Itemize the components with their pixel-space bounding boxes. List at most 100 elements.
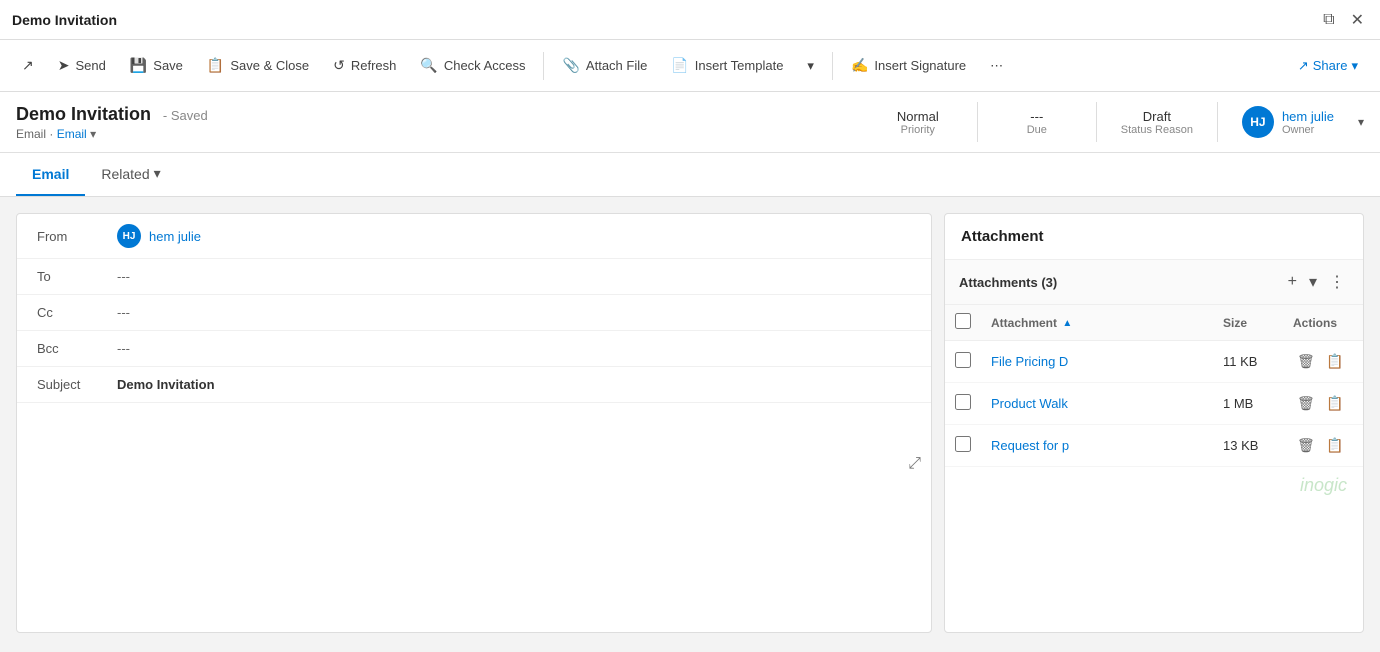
from-label: From bbox=[37, 229, 117, 244]
table-row: File Pricing D 11 KB 🗑 📋 bbox=[945, 341, 1363, 383]
status-reason-label: Status Reason bbox=[1121, 124, 1193, 136]
entity-type-link[interactable]: Email bbox=[57, 127, 87, 141]
refresh-button[interactable]: ↺ Refresh bbox=[323, 51, 406, 80]
compose-area[interactable]: ⤢ bbox=[17, 403, 931, 483]
bcc-value[interactable]: --- bbox=[117, 341, 911, 356]
copy-button-1[interactable]: 📋 bbox=[1322, 351, 1347, 372]
bcc-row: Bcc --- bbox=[17, 331, 931, 367]
template-dropdown-button[interactable]: ▾ bbox=[797, 52, 824, 80]
col-header-checkbox bbox=[945, 305, 981, 341]
toolbar-separator-2 bbox=[832, 52, 833, 80]
main-layout: From HJ hem julie To --- Cc --- Bcc --- bbox=[0, 197, 1380, 649]
window-title: Demo Invitation bbox=[12, 12, 117, 28]
status-reason-value: Draft bbox=[1121, 109, 1193, 124]
title-bar-controls: ⧉ ✕ bbox=[1319, 6, 1368, 34]
copy-button-3[interactable]: 📋 bbox=[1322, 435, 1347, 456]
signature-icon: ✍️ bbox=[851, 57, 868, 74]
meta-separator-1 bbox=[977, 102, 978, 142]
send-icon: ➤ bbox=[58, 57, 70, 74]
record-header: Demo Invitation - Saved Email · Email ▾ … bbox=[0, 92, 1380, 153]
priority-block: Normal Priority bbox=[883, 109, 953, 136]
col-header-size[interactable]: Size bbox=[1213, 305, 1283, 341]
record-header-left: Demo Invitation - Saved Email · Email ▾ bbox=[16, 104, 871, 141]
row-actions-cell-2: 🗑 📋 bbox=[1283, 383, 1363, 425]
save-close-icon: 📋 bbox=[207, 57, 224, 74]
row-checkbox-1[interactable] bbox=[955, 352, 971, 368]
attachment-name-2[interactable]: Product Walk bbox=[991, 396, 1068, 411]
row-checkbox-3[interactable] bbox=[955, 436, 971, 452]
external-link-icon: ↗ bbox=[22, 57, 34, 74]
tab-email[interactable]: Email bbox=[16, 154, 85, 196]
from-avatar: HJ bbox=[117, 224, 141, 248]
attachment-panel-title: Attachment bbox=[945, 214, 1363, 260]
attachment-name-3[interactable]: Request for p bbox=[991, 438, 1069, 453]
add-attachment-button[interactable]: + bbox=[1284, 271, 1301, 293]
record-subtitle: Email · Email ▾ bbox=[16, 127, 871, 141]
owner-label: Owner bbox=[1282, 124, 1334, 136]
tabs-bar: Email Related ▾ bbox=[0, 153, 1380, 197]
owner-block: HJ hem julie Owner bbox=[1242, 106, 1334, 138]
attachments-view-toggle[interactable]: ▾ bbox=[1305, 270, 1321, 294]
more-options-button[interactable]: ⋯ bbox=[980, 52, 1013, 80]
toolbar: ↗ ➤ Send 💾 Save 📋 Save & Close ↺ Refresh… bbox=[0, 40, 1380, 92]
tab-related[interactable]: Related ▾ bbox=[85, 153, 176, 196]
cc-value[interactable]: --- bbox=[117, 305, 911, 320]
bcc-label: Bcc bbox=[37, 341, 117, 356]
attachment-name-1[interactable]: File Pricing D bbox=[991, 354, 1068, 369]
close-button[interactable]: ✕ bbox=[1347, 6, 1368, 34]
check-access-icon: 🔍 bbox=[420, 57, 437, 74]
col-header-attachment[interactable]: Attachment ▲ bbox=[981, 305, 1213, 341]
priority-value: Normal bbox=[883, 109, 953, 124]
from-value: HJ hem julie bbox=[117, 224, 911, 248]
entity-dropdown-icon[interactable]: ▾ bbox=[90, 127, 96, 141]
related-dropdown-icon: ▾ bbox=[154, 165, 161, 182]
owner-name[interactable]: hem julie bbox=[1282, 109, 1334, 124]
share-icon: ↗ bbox=[1298, 58, 1309, 74]
attachments-more-button[interactable]: ⋮ bbox=[1325, 270, 1349, 294]
refresh-icon: ↺ bbox=[333, 57, 345, 74]
toolbar-separator-1 bbox=[543, 52, 544, 80]
row-actions-cell-1: 🗑 📋 bbox=[1283, 341, 1363, 383]
attach-file-button[interactable]: 📎 Attach File bbox=[552, 51, 657, 80]
from-name[interactable]: hem julie bbox=[149, 229, 201, 244]
check-access-button[interactable]: 🔍 Check Access bbox=[410, 51, 535, 80]
to-row: To --- bbox=[17, 259, 931, 295]
subject-row: Subject Demo Invitation bbox=[17, 367, 931, 403]
subject-value[interactable]: Demo Invitation bbox=[117, 377, 911, 392]
row-name-cell-1: File Pricing D bbox=[981, 341, 1213, 383]
title-bar: Demo Invitation ⧉ ✕ bbox=[0, 0, 1380, 40]
attachments-table-body: File Pricing D 11 KB 🗑 📋 Product Walk bbox=[945, 341, 1363, 467]
row-checkbox-2[interactable] bbox=[955, 394, 971, 410]
select-all-checkbox[interactable] bbox=[955, 313, 971, 329]
owner-avatar: HJ bbox=[1242, 106, 1274, 138]
insert-template-icon: 📄 bbox=[671, 57, 688, 74]
to-value[interactable]: --- bbox=[117, 269, 911, 284]
sort-indicator: ▲ bbox=[1062, 320, 1072, 327]
attach-icon: 📎 bbox=[562, 57, 579, 74]
share-button[interactable]: ↗ Share ▾ bbox=[1288, 52, 1368, 80]
save-button[interactable]: 💾 Save bbox=[120, 51, 193, 80]
insert-template-button[interactable]: 📄 Insert Template bbox=[661, 51, 793, 80]
header-expand-icon[interactable]: ▾ bbox=[1358, 115, 1364, 129]
copy-button-2[interactable]: 📋 bbox=[1322, 393, 1347, 414]
external-link-button[interactable]: ↗ bbox=[12, 51, 44, 80]
attachment-panel: Attachment Attachments (3) + ▾ ⋮ Attachm… bbox=[944, 213, 1364, 633]
attachments-table: Attachment ▲ Size Actions File Pricing bbox=[945, 305, 1363, 467]
insert-signature-button[interactable]: ✍️ Insert Signature bbox=[841, 51, 976, 80]
from-row: From HJ hem julie bbox=[17, 214, 931, 259]
record-header-right: Normal Priority --- Due Draft Status Rea… bbox=[883, 102, 1364, 142]
record-title: Demo Invitation bbox=[16, 104, 151, 124]
row-name-cell-3: Request for p bbox=[981, 425, 1213, 467]
row-checkbox-cell bbox=[945, 383, 981, 425]
delete-button-1[interactable]: 🗑 bbox=[1293, 351, 1319, 372]
due-label: Due bbox=[1002, 124, 1072, 136]
to-label: To bbox=[37, 269, 117, 284]
restore-button[interactable]: ⧉ bbox=[1319, 6, 1338, 34]
send-button[interactable]: ➤ Send bbox=[48, 51, 116, 80]
save-close-button[interactable]: 📋 Save & Close bbox=[197, 51, 319, 80]
expand-compose-icon[interactable]: ⤢ bbox=[908, 455, 921, 473]
delete-button-2[interactable]: 🗑 bbox=[1293, 393, 1319, 414]
chevron-down-icon: ▾ bbox=[807, 58, 814, 74]
attachments-count-title: Attachments (3) bbox=[959, 275, 1057, 290]
delete-button-3[interactable]: 🗑 bbox=[1293, 435, 1319, 456]
